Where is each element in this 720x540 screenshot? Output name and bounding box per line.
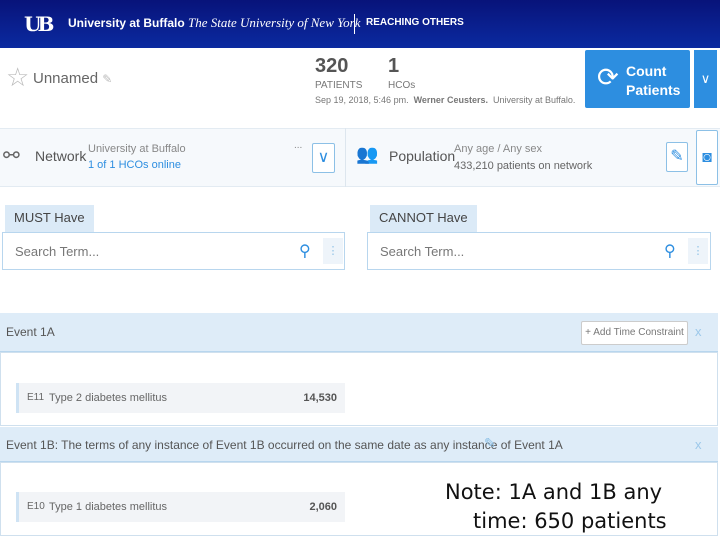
- pencil-icon[interactable]: ✎: [102, 72, 112, 86]
- note-line-2: time: 650 patients: [473, 509, 667, 533]
- term-code: E10: [27, 501, 45, 512]
- star-icon[interactable]: ☆: [6, 62, 29, 93]
- meta-user: Werner Ceusters.: [413, 95, 488, 105]
- network-status[interactable]: 1 of 1 HCOs online: [88, 159, 181, 171]
- note-line-1: Note: 1A and 1B any: [445, 480, 663, 504]
- term-count: 14,530: [303, 392, 337, 404]
- population-count: 433,210 patients on network: [454, 160, 593, 172]
- chevron-down-icon: ∨: [700, 71, 711, 86]
- count-label-2: Patients: [626, 82, 681, 98]
- tagline: REACHING OTHERS: [366, 17, 464, 28]
- query-name-text: Unnamed: [33, 70, 99, 87]
- meta-org: University at Buffalo.: [492, 95, 576, 105]
- chevron-down-icon: ∨: [317, 149, 330, 166]
- patients-label: PATIENTS: [315, 80, 363, 91]
- header-divider: [354, 14, 355, 34]
- query-name[interactable]: Unnamed ✎: [33, 70, 112, 87]
- event-title: Event 1B: The terms of any instance of E…: [6, 438, 563, 452]
- term-count: 2,060: [309, 501, 337, 513]
- patient-count: 320: [315, 55, 349, 77]
- network-more[interactable]: ...: [294, 140, 302, 151]
- refresh-icon: ⟳: [597, 62, 619, 92]
- term-item[interactable]: E11 Type 2 diabetes mellitus 14,530: [16, 383, 345, 413]
- hcos-label: HCOs: [388, 80, 416, 91]
- term-label: Type 2 diabetes mellitus: [49, 392, 168, 404]
- network-expand-button[interactable]: ∨: [312, 143, 335, 173]
- term-item[interactable]: E10 Type 1 diabetes mellitus 2,060: [16, 492, 345, 522]
- close-icon[interactable]: x: [695, 437, 702, 452]
- site-header: UB University at Buffalo The State Unive…: [0, 0, 720, 48]
- pencil-icon: ✎: [670, 148, 684, 165]
- ub-logo: UB: [24, 12, 54, 36]
- count-label-1: Count: [626, 63, 667, 79]
- population-criteria: Any age / Any sex: [454, 143, 543, 155]
- event-1a-header: Event 1A + Add Time Constraint x: [0, 313, 718, 352]
- must-search-placeholder: Search Term...: [15, 244, 100, 259]
- close-icon[interactable]: x: [695, 324, 702, 339]
- hierarchy-icon[interactable]: ⋮: [323, 238, 343, 264]
- network-org: University at Buffalo: [88, 143, 186, 155]
- university-name: University at Buffalo: [68, 16, 185, 30]
- hierarchy-icon[interactable]: ⋮: [688, 238, 708, 264]
- count-patients-button[interactable]: ⟳ Count Patients: [585, 50, 690, 108]
- query-meta: Sep 19, 2018, 5:46 pm. Werner Ceusters. …: [315, 95, 575, 105]
- term-label: Type 1 diabetes mellitus: [49, 501, 168, 513]
- cannot-have-tab[interactable]: CANNOT Have: [370, 205, 477, 232]
- add-time-constraint-button[interactable]: + Add Time Constraint: [581, 321, 688, 345]
- cannot-have-search[interactable]: Search Term... ⚲ ⋮: [367, 232, 711, 270]
- network-label: Network: [35, 148, 87, 164]
- university-state: The State University of New York: [188, 15, 361, 30]
- search-icon[interactable]: ⚲: [299, 241, 311, 261]
- pencil-icon[interactable]: ✎: [484, 435, 496, 452]
- count-dropdown-button[interactable]: ∨: [694, 50, 717, 108]
- event-1b-header: Event 1B: The terms of any instance of E…: [0, 427, 718, 462]
- camera-button[interactable]: ◙: [696, 130, 718, 185]
- must-have-search[interactable]: Search Term... ⚲ ⋮: [2, 232, 345, 270]
- population-icon: 👥: [356, 144, 379, 164]
- edit-population-button[interactable]: ✎: [666, 142, 688, 172]
- bar-divider: [345, 128, 346, 187]
- camera-icon: ◙: [702, 149, 712, 166]
- event-title: Event 1A: [6, 325, 55, 339]
- term-code: E11: [27, 392, 45, 403]
- cannot-search-placeholder: Search Term...: [380, 244, 465, 259]
- hco-count: 1: [388, 55, 400, 77]
- count-patients-label: Count Patients: [626, 62, 680, 100]
- must-have-tab[interactable]: MUST Have: [5, 205, 94, 232]
- population-label: Population: [389, 148, 456, 164]
- search-icon[interactable]: ⚲: [664, 241, 676, 261]
- network-icon: ⚯: [3, 145, 20, 167]
- meta-date: Sep 19, 2018, 5:46 pm.: [315, 95, 409, 105]
- annotation-note: Note: 1A and 1B any time: 650 patients: [445, 478, 667, 536]
